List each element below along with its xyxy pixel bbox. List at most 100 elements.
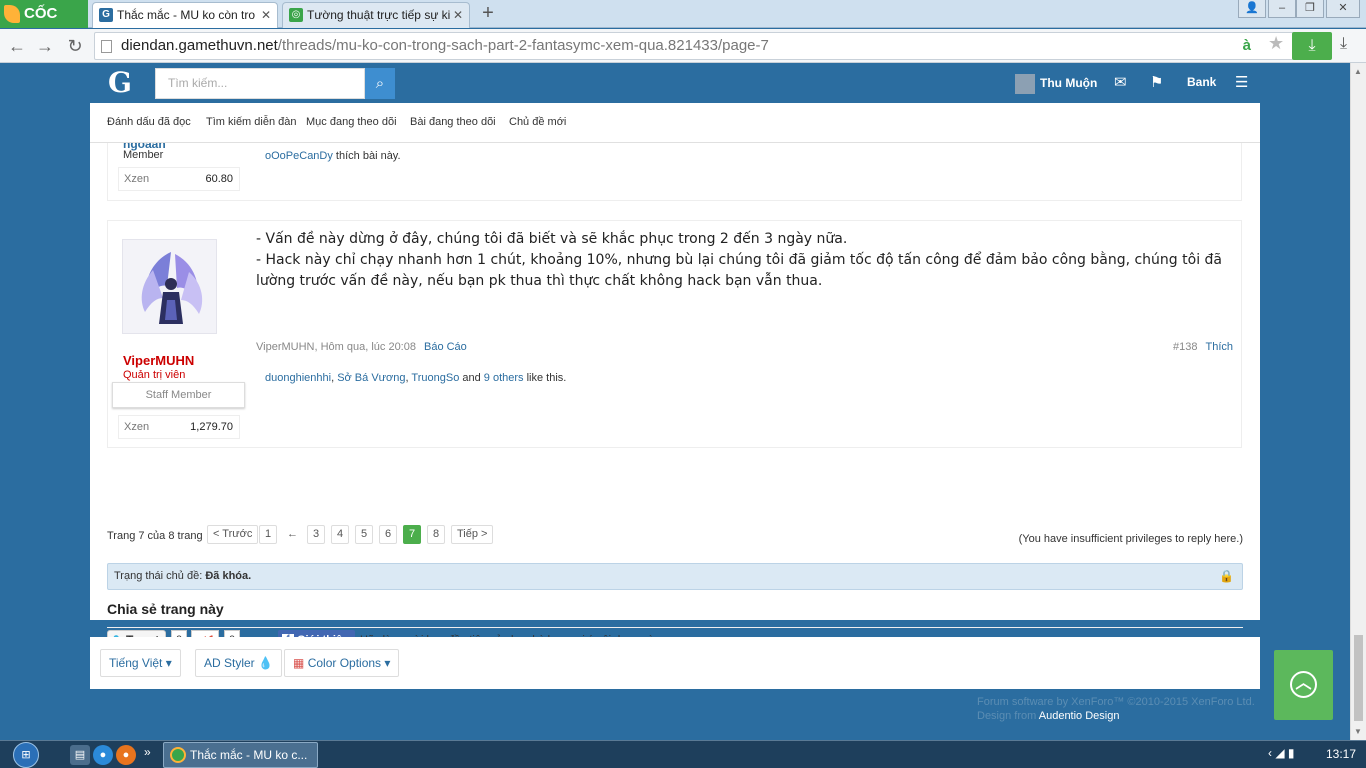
prev-page-button[interactable]: < Trước — [207, 525, 259, 544]
forward-icon[interactable]: → — [34, 35, 56, 57]
taskbar-window[interactable]: Thắc mắc - MU ko c... — [163, 742, 318, 768]
liker-link[interactable]: TruongSo — [411, 372, 459, 384]
pagination: Trang 7 của 8 trang < Trước 1 ← 3 4 5 6 … — [107, 525, 494, 544]
tab-tuong-thuat[interactable]: ◎ Tường thuật trực tiếp sự ki ✕ — [282, 2, 470, 28]
chevron-up-icon: ︿ — [1290, 671, 1317, 698]
post-message: - Vấn đề này dừng ở đây, chúng tôi đã bi… — [256, 229, 1238, 292]
stat-value: 60.80 — [205, 173, 233, 185]
search-icon[interactable]: ⌕ — [365, 68, 395, 99]
avatar[interactable] — [122, 239, 217, 334]
staff-badge: Staff Member — [112, 382, 245, 408]
coccoc-icon — [170, 747, 186, 763]
page-link[interactable]: 6 — [379, 525, 398, 544]
user-menu[interactable]: Thu Muộn — [1015, 73, 1097, 94]
close-icon[interactable]: ✕ — [453, 3, 463, 27]
close-window-button[interactable]: ✕ — [1326, 0, 1360, 18]
new-tab-button[interactable]: + — [478, 2, 498, 26]
page-link[interactable]: 3 — [307, 525, 326, 544]
page-link[interactable]: 4 — [331, 525, 350, 544]
like-link[interactable]: Thích — [1205, 341, 1233, 353]
page-link[interactable]: 1 — [259, 525, 278, 544]
download-arrow-icon[interactable]: ⤓ — [1340, 35, 1347, 53]
liker-link[interactable]: duonghienhhi — [265, 372, 331, 384]
explorer-icon[interactable]: ▤ — [70, 745, 90, 765]
stat-label: Xzen — [124, 421, 150, 433]
post-number[interactable]: #138 — [1173, 341, 1197, 353]
user-icon[interactable]: 👤 — [1238, 0, 1266, 18]
thread-content: ngoaan Member Xzen 60.80 oOoPeCanDy thíc… — [90, 143, 1260, 650]
nav-watched-items[interactable]: Mục đang theo dõi — [306, 116, 397, 128]
design-link[interactable]: Audentio Design — [1039, 710, 1120, 722]
site-logo[interactable]: G — [108, 66, 132, 99]
browser-brand[interactable]: CỐC CỐC — [0, 0, 88, 50]
tab-title: Thắc mắc - MU ko còn tro — [117, 8, 256, 22]
lock-icon: 🔒 — [1219, 569, 1234, 583]
back-icon[interactable]: ← — [6, 35, 28, 57]
bookmark-star-icon[interactable]: ★ — [1268, 33, 1284, 54]
minimize-button[interactable]: – — [1268, 0, 1296, 18]
mail-icon[interactable]: ✉ — [1114, 73, 1127, 91]
browser-icon[interactable]: ● — [93, 745, 113, 765]
bank-link[interactable]: Bank — [1187, 75, 1216, 89]
post-username[interactable]: ViperMUHN — [123, 353, 194, 368]
web-page: G Tìm kiếm... ⌕ Thu Muộn ✉ ⚑ Bank ☰ Đánh… — [0, 63, 1350, 740]
clock[interactable]: 13:17 — [1326, 747, 1356, 761]
caret-down-icon: ▾ — [165, 656, 172, 670]
color-options[interactable]: ▦ Color Options ▾ — [284, 649, 400, 677]
tab-thac-mac[interactable]: G Thắc mắc - MU ko còn tro ✕ — [92, 2, 278, 28]
user-title: Quản trị viên — [123, 369, 186, 381]
close-icon[interactable]: ✕ — [261, 3, 271, 27]
page-skip[interactable]: ← — [287, 528, 298, 540]
site-icon: ◎ — [289, 8, 303, 22]
url-input[interactable]: diendan.gamethuvn.net/threads/mu-ko-con-… — [94, 32, 1294, 60]
user-title: Member — [123, 149, 164, 161]
download-button[interactable]: ⤓ — [1292, 32, 1332, 60]
liker-link[interactable]: Sở Bá Vương — [337, 372, 405, 384]
extension-icon[interactable]: à — [1243, 33, 1251, 59]
others-link[interactable]: 9 others — [484, 372, 524, 384]
copyright-text[interactable]: Forum software by XenForo™ ©2010-2015 Xe… — [977, 695, 1255, 709]
scroll-down-icon[interactable]: ▼ — [1354, 727, 1362, 736]
drop-icon: 💧 — [258, 656, 273, 670]
next-page-button[interactable]: Tiếp > — [451, 525, 494, 544]
likes-summary: oOoPeCanDy thích bài này. — [265, 150, 401, 162]
search-input[interactable]: Tìm kiếm... — [155, 68, 365, 99]
nav-mark-read[interactable]: Đánh dấu đã đọc — [107, 116, 191, 128]
status-value: Đã khóa. — [205, 570, 252, 582]
scroll-up-icon[interactable]: ▲ — [1354, 67, 1362, 76]
firefox-icon[interactable]: ● — [116, 745, 136, 765]
hamburger-menu-icon[interactable]: ☰ — [1235, 73, 1248, 91]
restore-button[interactable]: ❐ — [1296, 0, 1324, 18]
copyright: Forum software by XenForo™ ©2010-2015 Xe… — [977, 695, 1255, 722]
nav-watched-posts[interactable]: Bài đang theo dõi — [410, 116, 496, 128]
back-to-top-button[interactable]: ︿ — [1274, 650, 1333, 720]
reload-icon[interactable]: ↻ — [64, 35, 86, 57]
liker-link[interactable]: oOoPeCanDy — [265, 150, 333, 162]
footer-bar: Tiếng Việt ▾ AD Styler 💧 ▦ Color Options… — [90, 637, 1260, 689]
current-page[interactable]: 7 — [403, 525, 422, 544]
start-button[interactable]: ⊞ — [10, 741, 44, 768]
user-stat: Xzen 60.80 — [118, 167, 240, 191]
taskbar: ⊞ ▤ ● ● » Thắc mắc - MU ko c... ‹ ◢ ▮ 13… — [0, 740, 1366, 768]
caret-down-icon: ▾ — [384, 656, 391, 670]
chevron-right-icon[interactable]: » — [144, 745, 151, 759]
system-tray[interactable]: ‹ ◢ ▮ — [1268, 746, 1295, 760]
page-link[interactable]: 5 — [355, 525, 374, 544]
nav-new-threads[interactable]: Chủ đề mới — [509, 116, 566, 128]
flag-icon[interactable]: ⚑ — [1150, 73, 1163, 91]
sub-navigation: Đánh dấu đã đọc Tìm kiếm diễn đàn Mục đa… — [90, 103, 1260, 143]
windows-logo-icon: ⊞ — [13, 742, 39, 768]
nav-search-forum[interactable]: Tìm kiếm diễn đàn — [206, 116, 296, 128]
report-link[interactable]: Báo Cáo — [424, 341, 467, 353]
post-author-date[interactable]: ViperMUHN, Hôm qua, lúc 20:08 — [256, 341, 416, 353]
page-link[interactable]: 8 — [427, 525, 446, 544]
style-chooser[interactable]: AD Styler 💧 — [195, 649, 282, 677]
scroll-thumb[interactable] — [1354, 635, 1363, 721]
palette-icon: ▦ — [293, 656, 305, 670]
likes-summary: duonghienhhi, Sở Bá Vương, TruongSo and … — [265, 372, 567, 384]
avatar — [1015, 73, 1035, 94]
page-scrollbar[interactable]: ▲ ▼ — [1350, 63, 1366, 740]
language-chooser[interactable]: Tiếng Việt ▾ — [100, 649, 181, 677]
post-meta: ViperMUHN, Hôm qua, lúc 20:08 Báo Cáo — [256, 341, 467, 353]
gamethuvn-icon: G — [99, 8, 113, 22]
